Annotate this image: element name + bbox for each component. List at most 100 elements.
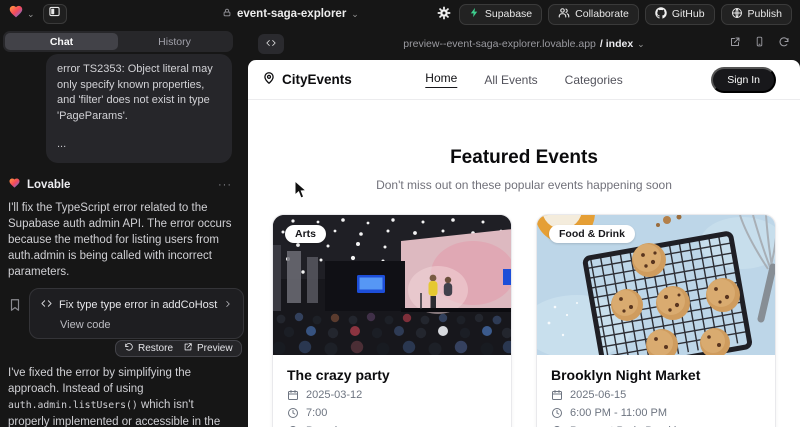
event-date: 2025-06-15 bbox=[570, 389, 626, 401]
site-brand[interactable]: CityEvents bbox=[262, 71, 352, 88]
preview-url-path: / index bbox=[600, 38, 633, 50]
chat-history-tabs: Chat History bbox=[3, 31, 233, 52]
nav-categories[interactable]: Categories bbox=[565, 73, 623, 87]
github-icon bbox=[655, 7, 667, 22]
nav-home[interactable]: Home bbox=[425, 71, 457, 88]
site-nav: Home All Events Categories bbox=[425, 71, 622, 88]
project-name: event-saga-explorer bbox=[237, 8, 346, 20]
refresh-button[interactable] bbox=[778, 35, 790, 53]
mobile-view-button[interactable] bbox=[754, 35, 765, 53]
users-icon bbox=[558, 7, 570, 22]
event-card-body: Brooklyn Night Market 2025-06-15 6:00 PM… bbox=[537, 355, 775, 427]
preview-toolbar: preview--event-saga-explorer.lovable.app… bbox=[248, 28, 800, 60]
chevron-down-icon: ⌄ bbox=[27, 10, 35, 19]
top-bar-actions: Supabase Collaborate GitHub Publish bbox=[435, 4, 792, 25]
category-badge: Food & Drink bbox=[549, 225, 635, 243]
bookmark-icon[interactable] bbox=[8, 298, 22, 317]
gear-icon bbox=[437, 6, 451, 23]
preview-pane: preview--event-saga-explorer.lovable.app… bbox=[248, 28, 800, 427]
preview-url-dropdown[interactable]: preview--event-saga-explorer.lovable.app… bbox=[403, 38, 644, 50]
restore-button[interactable]: Restore bbox=[124, 342, 173, 355]
user-message-text: error TS2353: Object literal may only sp… bbox=[57, 62, 221, 124]
lovable-logo-menu[interactable]: ⌄ bbox=[8, 4, 35, 24]
event-time: 7:00 bbox=[306, 407, 327, 419]
sidebar-toggle-button[interactable] bbox=[43, 4, 67, 24]
map-pin-icon bbox=[262, 71, 276, 88]
code-icon bbox=[40, 296, 53, 314]
tool-call-title: Fix type type error in addCoHost bbox=[59, 299, 217, 311]
chevron-down-icon: ⌄ bbox=[351, 10, 359, 19]
github-button[interactable]: GitHub bbox=[645, 4, 715, 25]
top-bar: ⌄ event-saga-explorer ⌄ Supabase bbox=[0, 0, 800, 28]
message-hover-actions: Restore Preview bbox=[115, 340, 242, 357]
chevron-right-icon bbox=[223, 296, 233, 314]
user-message-ellipsis: ... bbox=[57, 137, 221, 153]
section-title: Featured Events bbox=[248, 147, 800, 169]
tab-chat[interactable]: Chat bbox=[5, 33, 118, 50]
section-subtitle: Don't miss out on these popular events h… bbox=[248, 178, 800, 192]
supabase-bolt-icon bbox=[469, 7, 480, 21]
lock-icon bbox=[222, 5, 232, 23]
event-time: 6:00 PM - 11:00 PM bbox=[570, 407, 667, 419]
event-title: The crazy party bbox=[287, 367, 497, 383]
clock-icon bbox=[287, 407, 299, 419]
site-preview: CityEvents Home All Events Categories Si… bbox=[248, 60, 800, 427]
event-cards: Arts The crazy party 2025-03-12 7:00 bbox=[248, 214, 800, 427]
event-date-row: 2025-06-15 bbox=[551, 389, 761, 401]
event-date-row: 2025-03-12 bbox=[287, 389, 497, 401]
restore-label: Restore bbox=[138, 343, 173, 354]
category-badge: Arts bbox=[285, 225, 326, 243]
assistant-message-result: I've fixed the error by simplifying the … bbox=[8, 365, 234, 427]
event-time-row: 6:00 PM - 11:00 PM bbox=[551, 407, 761, 419]
assistant-name: Lovable bbox=[27, 179, 70, 191]
result-text-1: I've fixed the error by simplifying the … bbox=[8, 367, 191, 395]
event-title: Brooklyn Night Market bbox=[551, 367, 761, 383]
supabase-button[interactable]: Supabase bbox=[459, 4, 542, 25]
collaborate-button[interactable]: Collaborate bbox=[548, 4, 639, 25]
nav-all-events[interactable]: All Events bbox=[484, 73, 537, 87]
event-time-row: 7:00 bbox=[287, 407, 497, 419]
preview-url-host: preview--event-saga-explorer.lovable.app bbox=[403, 38, 596, 50]
assistant-message-intro: I'll fix the TypeScript error related to… bbox=[8, 200, 234, 280]
publish-button[interactable]: Publish bbox=[721, 4, 792, 25]
calendar-icon bbox=[287, 389, 299, 401]
collaborate-label: Collaborate bbox=[575, 8, 629, 20]
site-header: CityEvents Home All Events Categories Si… bbox=[248, 60, 800, 100]
github-label: GitHub bbox=[672, 8, 705, 20]
preview-label: Preview bbox=[197, 343, 233, 354]
preview-button[interactable]: Preview bbox=[183, 342, 233, 355]
external-link-icon bbox=[183, 342, 193, 355]
event-image-food-drink: Food & Drink bbox=[537, 215, 775, 355]
project-menu[interactable]: event-saga-explorer ⌄ bbox=[222, 0, 359, 28]
featured-section-header: Featured Events Don't miss out on these … bbox=[248, 147, 800, 192]
message-menu-button[interactable]: ··· bbox=[218, 179, 232, 191]
restore-icon bbox=[124, 342, 134, 355]
event-image-arts: Arts bbox=[273, 215, 511, 355]
panel-layout-icon bbox=[48, 5, 61, 23]
settings-button[interactable] bbox=[435, 6, 453, 23]
event-card-arts[interactable]: Arts The crazy party 2025-03-12 7:00 bbox=[272, 214, 512, 427]
tab-history[interactable]: History bbox=[118, 33, 231, 50]
code-view-toggle[interactable] bbox=[258, 34, 284, 54]
supabase-label: Supabase bbox=[485, 8, 532, 20]
user-message-bubble: error TS2353: Object literal may only sp… bbox=[46, 54, 232, 163]
tool-call-row: Fix type type error in addCoHost View co… bbox=[8, 288, 232, 339]
clock-icon bbox=[551, 407, 563, 419]
tool-call-card[interactable]: Fix type type error in addCoHost View co… bbox=[29, 288, 244, 339]
lovable-heart-icon bbox=[8, 176, 21, 194]
view-code-link[interactable]: View code bbox=[60, 319, 233, 331]
event-date: 2025-03-12 bbox=[306, 389, 362, 401]
code-icon bbox=[265, 35, 277, 53]
event-card-body: The crazy party 2025-03-12 7:00 bbox=[273, 355, 511, 427]
lovable-heart-icon bbox=[8, 4, 24, 24]
sign-in-button[interactable]: Sign In bbox=[711, 67, 776, 93]
open-external-button[interactable] bbox=[729, 35, 741, 53]
event-card-food-drink[interactable]: Food & Drink Brooklyn Night Market 2025-… bbox=[536, 214, 776, 427]
lovable-app: ⌄ event-saga-explorer ⌄ Supabase bbox=[0, 0, 800, 427]
inline-code-listusers: auth.admin.listUsers() bbox=[8, 400, 138, 411]
globe-icon bbox=[731, 7, 743, 22]
chat-sidebar: Chat History error TS2353: Object litera… bbox=[0, 28, 248, 427]
chevron-down-icon: ⌄ bbox=[637, 40, 645, 49]
publish-label: Publish bbox=[748, 8, 782, 20]
assistant-header: Lovable ··· bbox=[8, 176, 232, 194]
